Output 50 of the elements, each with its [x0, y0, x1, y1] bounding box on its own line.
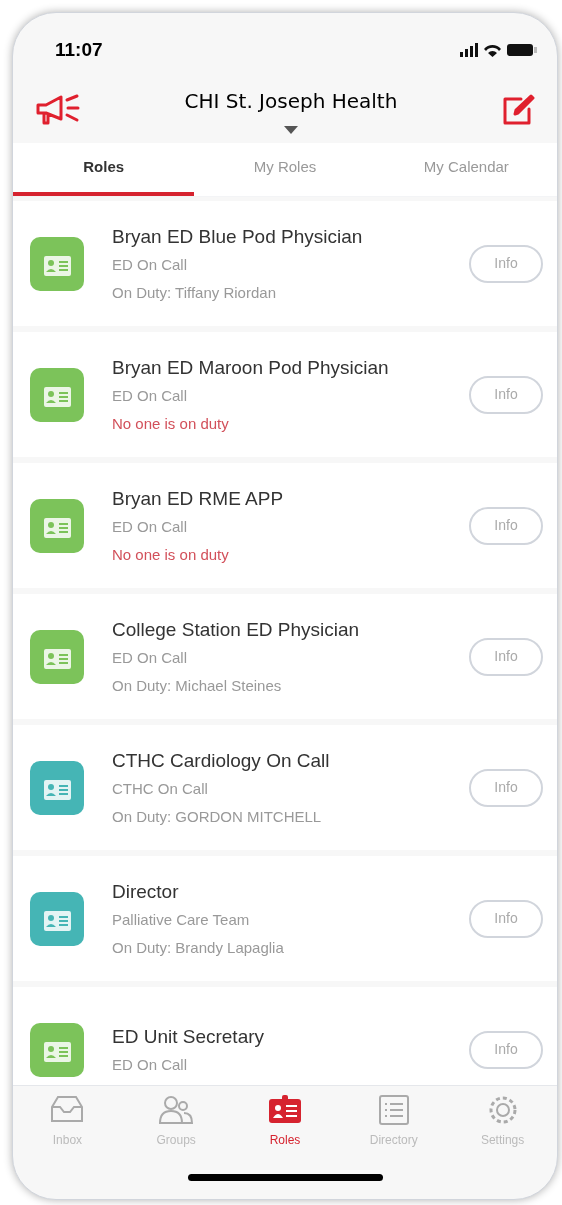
role-title: College Station ED Physician — [112, 617, 361, 642]
role-group: Palliative Care Team — [112, 909, 469, 932]
role-group: ED On Call — [112, 1054, 469, 1077]
role-group: CTHC On Call — [112, 778, 469, 801]
nav-tab[interactable]: Inbox — [13, 1092, 122, 1149]
info-button[interactable]: Info — [469, 768, 543, 807]
duty-status: On Duty: Brandy Lapaglia — [112, 937, 285, 958]
role-group: ED On Call — [112, 385, 469, 408]
tab[interactable]: My Calendar — [375, 143, 557, 196]
nav-tab[interactable]: Directory — [339, 1092, 449, 1149]
info-button[interactable]: Info — [469, 375, 543, 414]
dropdown-caret-icon[interactable] — [284, 126, 298, 134]
role-group: ED On Call — [112, 516, 469, 539]
duty-status: On Duty: Michael Steines — [112, 675, 283, 696]
role-row[interactable]: CTHC Cardiology On Call CTHC On Call On Duty: GORDON MITCHELL Info — [13, 725, 557, 850]
role-group: ED On Call — [112, 254, 469, 277]
info-button[interactable]: Info — [469, 899, 543, 938]
tab[interactable]: My Roles — [194, 143, 376, 196]
info-button[interactable]: Info — [469, 244, 543, 283]
role-title: Bryan ED Maroon Pod Physician — [112, 355, 390, 380]
duty-status: No one is on duty — [112, 413, 230, 434]
nav-tab[interactable]: Roles — [230, 1092, 340, 1149]
role-row[interactable]: ED Unit Secretary ED On Call Info — [13, 987, 557, 1085]
nav-tab[interactable]: Groups — [121, 1092, 231, 1149]
role-row[interactable]: College Station ED Physician ED On Call On Duty: Michael Steines Info — [13, 594, 557, 719]
duty-status: No one is on duty — [112, 544, 230, 565]
nav-tab[interactable]: Settings — [448, 1092, 557, 1149]
role-row[interactable]: Bryan ED Maroon Pod Physician ED On Call No one is on duty Info — [13, 332, 557, 457]
wifi-icon — [484, 43, 501, 57]
compose-icon[interactable] — [501, 93, 535, 127]
status-time: 11:07 — [55, 37, 103, 62]
home-indicator[interactable] — [187, 1173, 383, 1181]
organization-title[interactable]: CHI St. Joseph Health — [184, 86, 398, 116]
role-title: Bryan ED RME APP — [112, 486, 285, 511]
info-button[interactable]: Info — [469, 637, 543, 676]
role-title: CTHC Cardiology On Call — [112, 748, 331, 773]
duty-status: On Duty: Tiffany Riordan — [112, 282, 277, 303]
role-title: Director — [112, 879, 180, 904]
megaphone-icon[interactable] — [35, 93, 81, 127]
info-button[interactable]: Info — [469, 506, 543, 545]
role-row[interactable]: Bryan ED Blue Pod Physician ED On Call On Duty: Tiffany Riordan Info — [13, 201, 557, 326]
battery-icon — [507, 44, 537, 56]
duty-status: On Duty: GORDON MITCHELL — [112, 806, 323, 827]
role-row[interactable]: Bryan ED RME APP ED On Call No one is on duty Info — [13, 463, 557, 588]
info-button[interactable]: Info — [469, 1030, 543, 1069]
role-title: ED Unit Secretary — [112, 1024, 266, 1049]
role-row[interactable]: Director Palliative Care Team On Duty: Brandy Lapaglia Info — [13, 856, 557, 981]
signal-icon — [460, 42, 478, 58]
role-group: ED On Call — [112, 647, 469, 670]
role-title: Bryan ED Blue Pod Physician — [112, 224, 364, 249]
